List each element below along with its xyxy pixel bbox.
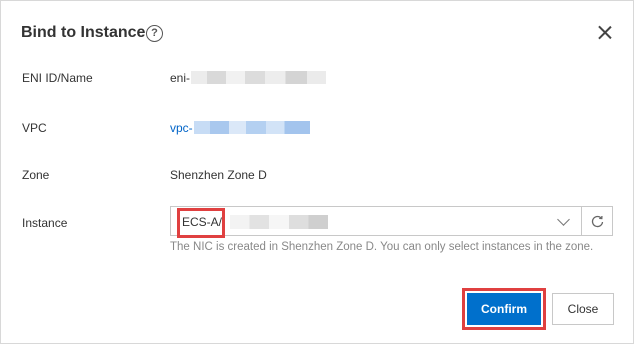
redacted-mask <box>193 121 310 134</box>
highlight-box-instance <box>177 208 225 238</box>
instance-label: Instance <box>22 216 68 230</box>
redacted-mask <box>230 215 328 229</box>
refresh-icon <box>591 215 604 228</box>
vpc-value-text[interactable]: vpc- <box>170 121 193 135</box>
redacted-mask <box>191 71 327 84</box>
instance-hint: The NIC is created in Shenzhen Zone D. Y… <box>170 241 594 253</box>
eni-value-text: eni- <box>170 71 191 85</box>
zone-value: Shenzhen Zone D <box>170 168 267 182</box>
close-icon[interactable] <box>595 23 615 43</box>
zone-label: Zone <box>22 168 50 182</box>
vpc-label: VPC <box>22 121 47 135</box>
highlight-box-confirm <box>462 288 546 330</box>
close-button[interactable]: Close <box>552 293 614 325</box>
bind-instance-dialog: Bind to Instance ? ENI ID/Name eni- VPC … <box>0 0 634 344</box>
eni-label: ENI ID/Name <box>22 71 93 85</box>
refresh-button[interactable] <box>581 206 613 236</box>
eni-value: eni- <box>170 71 327 85</box>
vpc-link[interactable]: vpc- <box>170 121 310 135</box>
dialog-title: Bind to Instance <box>21 24 146 41</box>
chevron-down-icon[interactable] <box>557 213 570 226</box>
help-icon[interactable]: ? <box>146 25 163 42</box>
instance-select[interactable]: ECS-A/ <box>170 206 582 236</box>
